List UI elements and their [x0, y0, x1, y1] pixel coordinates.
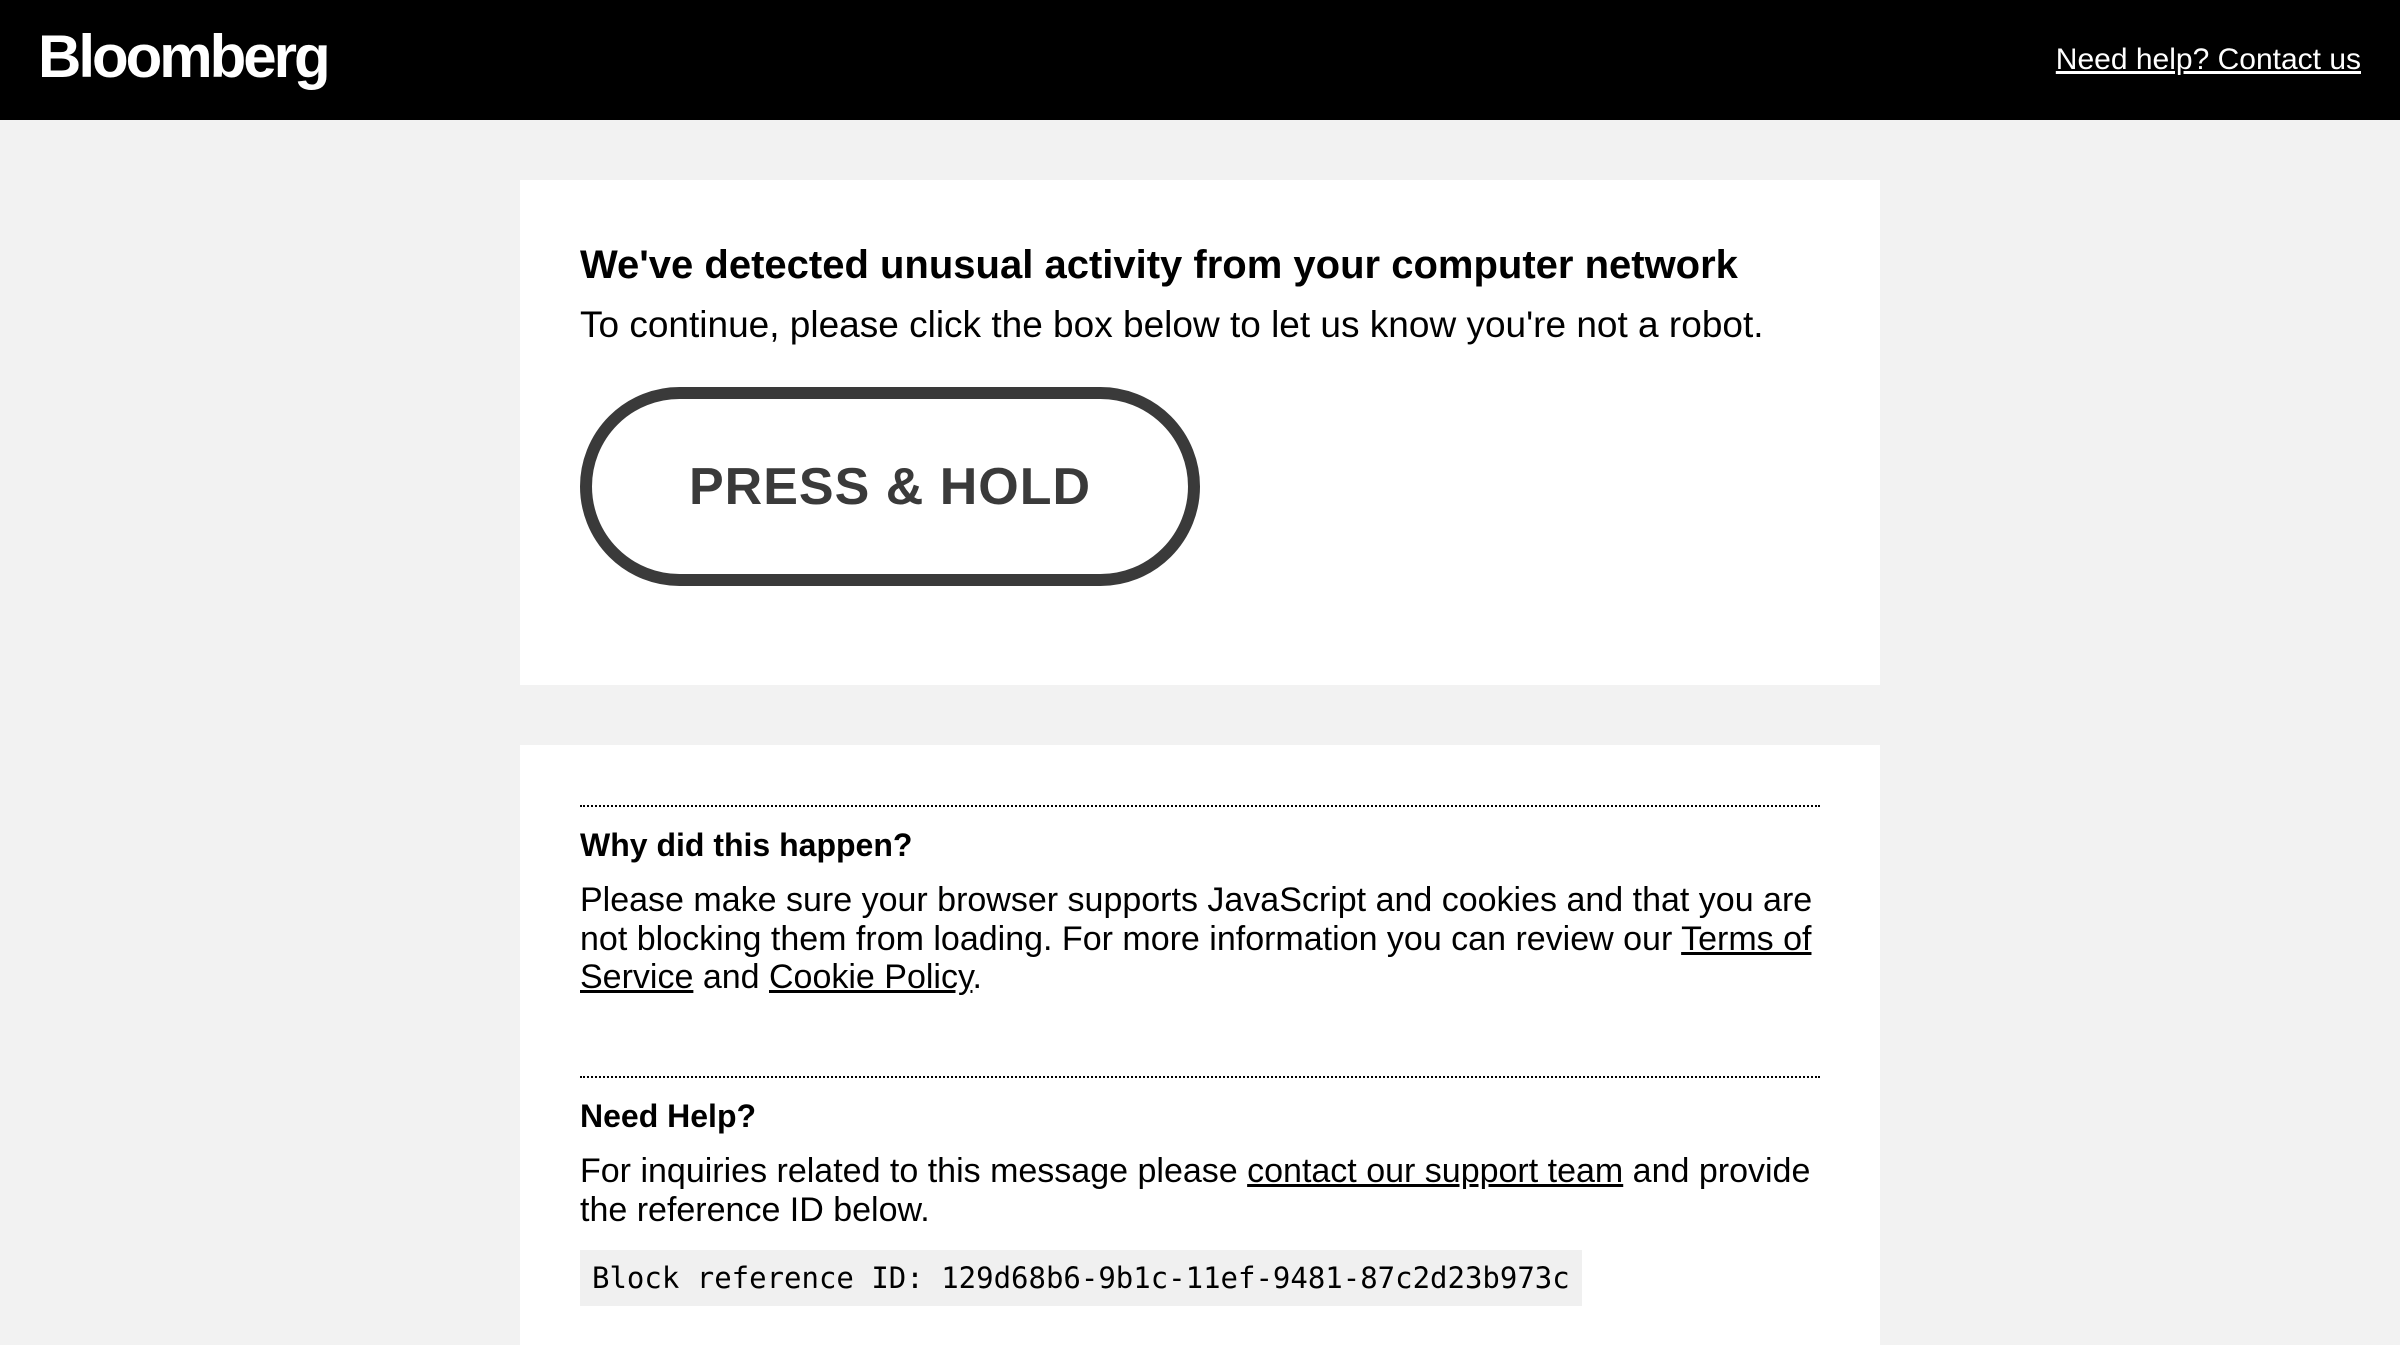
- top-navigation-bar: Bloomberg Need help? Contact us: [0, 0, 2400, 120]
- help-body-text: For inquiries related to this message pl…: [580, 1152, 1248, 1190]
- press-and-hold-button[interactable]: PRESS & HOLD: [580, 387, 1200, 586]
- bloomberg-logo[interactable]: Bloomberg: [38, 22, 331, 92]
- contact-us-link[interactable]: Need help? Contact us: [2056, 40, 2361, 80]
- info-card: Why did this happen? Please make sure yo…: [520, 745, 1880, 1345]
- challenge-card: We've detected unusual activity from you…: [520, 180, 1880, 685]
- why-body-connector: and: [693, 958, 769, 996]
- press-and-hold-label: PRESS & HOLD: [688, 457, 1092, 516]
- why-section-title: Why did this happen?: [580, 827, 913, 863]
- why-body-end: .: [972, 958, 982, 996]
- why-section-body: Please make sure your browser supports J…: [580, 881, 1820, 997]
- section-divider: [580, 1076, 1820, 1078]
- why-body-text: Please make sure your browser supports J…: [580, 881, 1813, 958]
- challenge-heading: We've detected unusual activity from you…: [580, 243, 1738, 287]
- help-section-body: For inquiries related to this message pl…: [580, 1152, 1820, 1229]
- contact-support-link[interactable]: contact our support team: [1247, 1152, 1623, 1190]
- help-section-title: Need Help?: [580, 1098, 757, 1134]
- section-divider: [580, 805, 1820, 807]
- challenge-instruction: To continue, please click the box below …: [580, 304, 1764, 345]
- cookie-policy-link[interactable]: Cookie Policy: [769, 958, 972, 996]
